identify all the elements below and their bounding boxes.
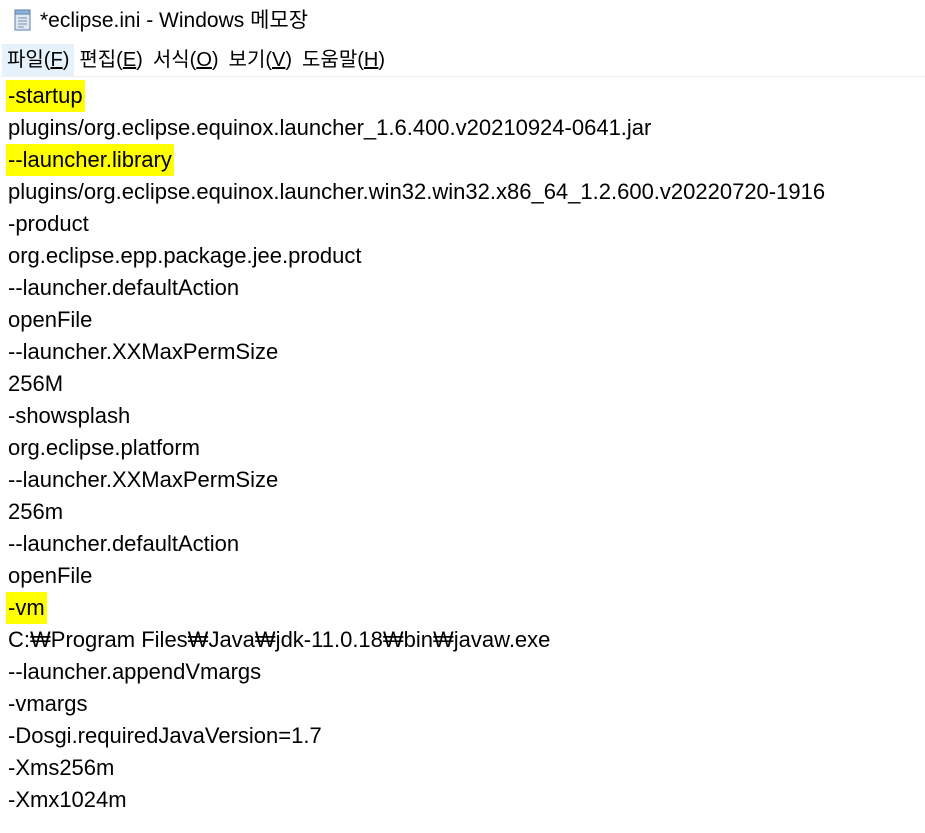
editor-line: plugins/org.eclipse.equinox.launcher_1.6…: [6, 112, 653, 144]
menu-edit-mnemonic: E: [122, 49, 137, 71]
editor-line: -showsplash: [6, 400, 132, 432]
line-text: --launcher.XXMaxPermSize: [8, 467, 279, 492]
editor-line: --launcher.XXMaxPermSize: [6, 464, 280, 496]
editor-line: 256M: [6, 368, 65, 400]
menu-format-suffix: ): [211, 49, 219, 71]
editor-line: openFile: [6, 304, 94, 336]
menu-view-suffix: ): [285, 49, 293, 71]
menu-format-label: 서식(: [152, 49, 197, 71]
editor-line: --launcher.defaultAction: [6, 272, 241, 304]
line-text: org.eclipse.epp.package.jee.product: [8, 243, 362, 268]
menu-help-suffix: ): [378, 49, 386, 71]
line-text: -Dosgi.requiredJavaVersion=1.7: [8, 723, 322, 748]
menu-edit-suffix: ): [136, 49, 143, 71]
line-text: C:₩Program Files₩Java₩jdk-11.0.18₩bin₩ja…: [8, 627, 551, 652]
editor-line: -product: [6, 208, 91, 240]
line-text: -Xms256m: [8, 755, 115, 780]
line-text: 256m: [8, 499, 64, 524]
menu-edit[interactable]: 편집(E): [74, 44, 147, 76]
line-text: org.eclipse.platform: [8, 435, 200, 460]
notepad-icon: [14, 9, 31, 31]
editor-line: org.eclipse.epp.package.jee.product: [6, 240, 363, 272]
menu-help-mnemonic: H: [363, 49, 379, 71]
editor-line: plugins/org.eclipse.equinox.launcher.win…: [6, 176, 827, 208]
line-text: -Xmx1024m: [8, 787, 127, 812]
menu-help[interactable]: 도움말(H): [297, 44, 390, 76]
line-text: --launcher.defaultAction: [8, 531, 240, 556]
menu-help-label: 도움말(: [302, 49, 364, 71]
menu-format[interactable]: 서식(O): [148, 44, 224, 76]
menu-view-mnemonic: V: [272, 49, 286, 71]
menu-view[interactable]: 보기(V): [224, 44, 297, 76]
text-editor-area[interactable]: -startup plugins/org.eclipse.equinox.laun…: [0, 78, 925, 833]
editor-line: --launcher.defaultAction: [6, 528, 241, 560]
editor-line: -vm: [6, 592, 47, 624]
editor-line: --launcher.XXMaxPermSize: [6, 336, 280, 368]
window-title: *eclipse.ini - Windows 메모장: [40, 9, 309, 32]
editor-line: openFile: [6, 560, 94, 592]
menu-bar: 파일(F) 편집(E) 서식(O) 보기(V) 도움말(H): [0, 44, 925, 77]
line-text: -product: [8, 211, 89, 236]
line-text: -vmargs: [8, 691, 88, 716]
menu-file[interactable]: 파일(F): [2, 44, 75, 76]
line-text: plugins/org.eclipse.equinox.launcher.win…: [8, 179, 826, 204]
menu-file-label: 파일(: [7, 49, 51, 71]
editor-line: C:₩Program Files₩Java₩jdk-11.0.18₩bin₩ja…: [6, 624, 552, 656]
line-text: openFile: [8, 307, 93, 332]
line-text: --launcher.defaultAction: [8, 275, 240, 300]
editor-line: -Xms256m: [6, 752, 116, 784]
editor-line: -startup: [6, 80, 85, 112]
editor-line: -Dosgi.requiredJavaVersion=1.7: [6, 720, 324, 752]
editor-line: --launcher.appendVmargs: [6, 656, 263, 688]
editor-line: org.eclipse.platform: [6, 432, 202, 464]
title-bar[interactable]: *eclipse.ini - Windows 메모장: [0, 0, 925, 42]
line-text: 256M: [8, 371, 64, 396]
editor-line: 256m: [6, 496, 65, 528]
highlighted-line-text: --launcher.library: [6, 144, 174, 176]
editor-line: -Xmx1024m: [6, 784, 129, 816]
line-text: -showsplash: [8, 403, 131, 428]
line-text: plugins/org.eclipse.equinox.launcher_1.6…: [8, 115, 652, 140]
line-text: --launcher.XXMaxPermSize: [8, 339, 279, 364]
highlighted-line-text: -startup: [6, 80, 85, 112]
highlighted-line-text: -vm: [6, 592, 47, 624]
menu-edit-label: 편집(: [79, 49, 123, 71]
menu-file-suffix: ): [62, 49, 70, 71]
line-text: --launcher.appendVmargs: [8, 659, 262, 684]
menu-file-mnemonic: F: [50, 49, 63, 71]
line-text: openFile: [8, 563, 93, 588]
menu-view-label: 보기(: [228, 49, 273, 71]
menu-format-mnemonic: O: [196, 49, 212, 71]
editor-line: -vmargs: [6, 688, 89, 720]
editor-line: --launcher.library: [6, 144, 174, 176]
